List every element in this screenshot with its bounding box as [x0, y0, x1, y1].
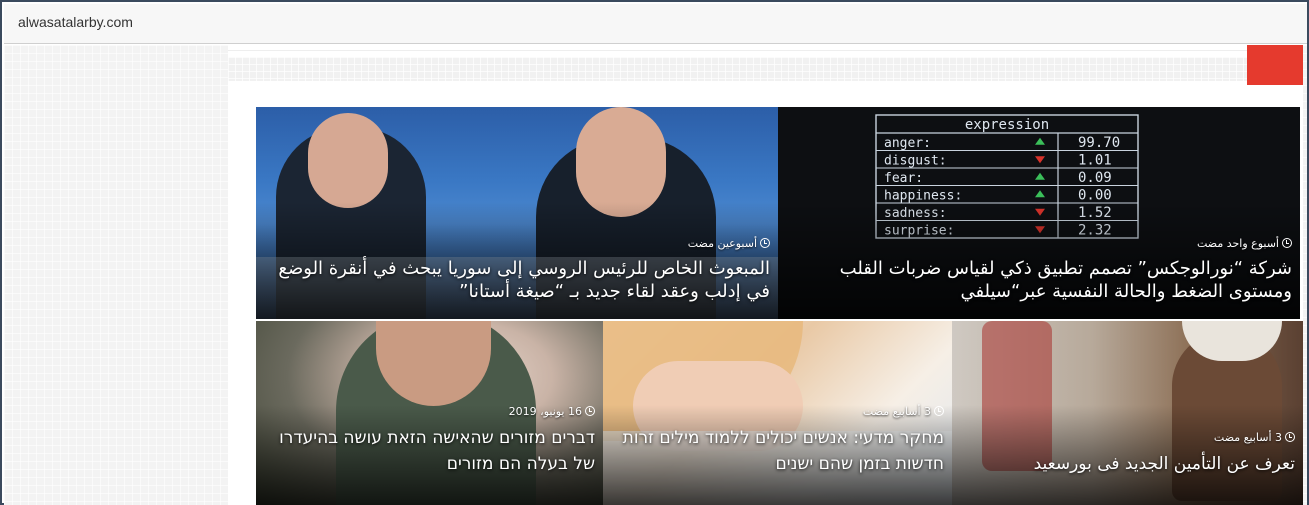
- expression-row-label: happiness:: [884, 189, 962, 204]
- card-time: 3 أسابيع مضت: [1214, 431, 1295, 444]
- clock-icon: [585, 406, 595, 416]
- person-left-face: [308, 113, 388, 208]
- expression-row-label: fear:: [884, 171, 923, 186]
- news-card-sleep-learning[interactable]: 3 أسابيع مضت מחקר מדעי: אנשים יכולים ללמ…: [603, 321, 952, 505]
- url-text[interactable]: alwasatalarby.com: [18, 14, 133, 30]
- expression-header: expression: [965, 117, 1049, 133]
- header-pattern: [228, 57, 1303, 81]
- main-content: أسبوعين مضت المبعوث الخاص للرئيس الروسي …: [228, 45, 1303, 505]
- card-title[interactable]: דברים מזורים שהאישה הזאת עושה בהיעדרו של…: [264, 425, 595, 477]
- news-card-russian-envoy[interactable]: أسبوعين مضت المبعوث الخاص للرئيس الروسي …: [256, 107, 778, 319]
- expression-row-label: anger:: [884, 136, 931, 151]
- clock-icon: [934, 406, 944, 416]
- expression-row-label: disgust:: [884, 154, 947, 169]
- top-strip: [228, 45, 1303, 51]
- person-right-face: [576, 107, 666, 217]
- clock-icon: [1285, 432, 1295, 442]
- news-card-insurance[interactable]: 3 أسابيع مضت تعرف عن التأمين الجديد فى ب…: [952, 321, 1303, 505]
- arrow-down-icon: [1035, 156, 1045, 164]
- page-viewport: أسبوعين مضت المبعوث الخاص للرئيس الروسي …: [4, 45, 1307, 505]
- clock-icon: [1282, 238, 1292, 248]
- card-time: أسبوعين مضت: [688, 237, 770, 250]
- card-title[interactable]: تعرف عن التأمين الجديد فى بورسعيد: [960, 451, 1295, 477]
- arrow-up-icon: [1035, 137, 1045, 145]
- browser-window: alwasatalarby.com أسبوعين مضت المبعوث ال…: [0, 0, 1309, 505]
- card-title[interactable]: المبعوث الخاص للرئيس الروسي إلى سوريا يب…: [264, 257, 770, 303]
- expression-row-value: 99.70: [1078, 135, 1120, 151]
- expression-row-value: 1.01: [1078, 153, 1112, 169]
- expression-row-value: 0.09: [1078, 170, 1112, 186]
- expression-row-value: 0.00: [1078, 188, 1112, 204]
- card-title[interactable]: מחקר מדעי: אנשים יכולים ללמוד מילים זרות…: [611, 425, 944, 477]
- clock-icon: [760, 238, 770, 248]
- card-title[interactable]: شركة “نورالوجكس” تصمم تطبيق ذكي لقياس ضر…: [786, 257, 1292, 303]
- card-time: 3 أسابيع مضت: [863, 405, 944, 418]
- card-time: 16 يونيو، 2019: [509, 405, 595, 418]
- news-card-headscarf-woman[interactable]: 16 يونيو، 2019 דברים מזורים שהאישה הזאת …: [256, 321, 603, 505]
- arrow-up-icon: [1035, 172, 1045, 180]
- address-bar[interactable]: alwasatalarby.com: [4, 4, 1307, 44]
- arrow-up-icon: [1035, 190, 1045, 198]
- card-time: أسبوع واحد مضت: [1197, 237, 1292, 250]
- menu-red-tab[interactable]: [1247, 45, 1303, 85]
- news-card-nuralogix[interactable]: expression anger: 99.70 disgust: 1.01 fear: 0.…: [778, 107, 1300, 319]
